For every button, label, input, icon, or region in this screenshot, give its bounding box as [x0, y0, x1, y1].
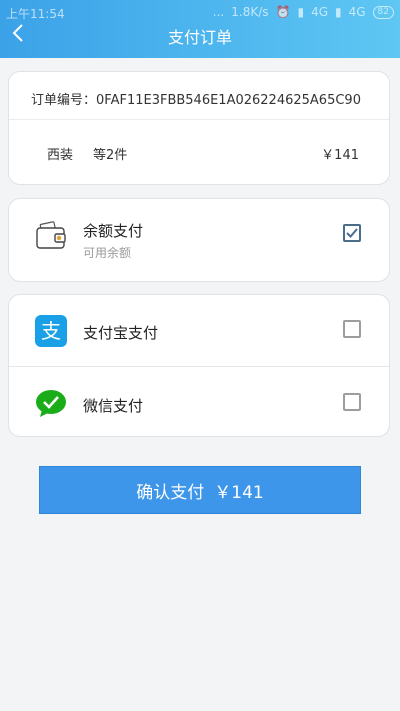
order-id-value: 0FAF11E3FBB546E1A026224625A65C90 — [96, 93, 361, 108]
status-indicators: ... 1.8K/s ⏰ ▮ 4G ▮ 4G 82 — [213, 5, 394, 19]
goods-row: 西装 等2件 ￥141 — [9, 120, 389, 184]
balance-checkbox[interactable] — [343, 224, 361, 242]
network-type-2: 4G — [348, 5, 366, 19]
balance-pay-option[interactable]: 余额支付 可用余额 — [9, 205, 389, 277]
svg-text:支: 支 — [41, 319, 61, 343]
alipay-label: 支付宝支付 — [83, 324, 159, 342]
order-card: 订单编号：0FAF11E3FBB546E1A026224625A65C90 西装… — [8, 71, 390, 185]
goods-price: ￥141 — [321, 148, 359, 163]
order-id-label: 订单编号： — [31, 93, 97, 108]
alipay-option[interactable]: 支 支付宝支付 — [9, 295, 389, 367]
balance-pay-label: 余额支付 — [83, 222, 144, 240]
battery-icon: 82 — [372, 5, 394, 19]
goods-count: 等2件 — [93, 148, 128, 163]
header: 上午11:54 ... 1.8K/s ⏰ ▮ 4G ▮ 4G 82 支付订单 — [0, 0, 400, 58]
payment-page: 上午11:54 ... 1.8K/s ⏰ ▮ 4G ▮ 4G 82 支付订单 订… — [0, 0, 400, 711]
wallet-icon — [36, 221, 66, 249]
confirm-pay-button[interactable]: 确认支付 ￥141 — [39, 466, 361, 514]
signal-icon: ▮ — [297, 5, 305, 19]
payment-methods-card: 支 支付宝支付 微信支付 — [8, 294, 390, 437]
alarm-icon: ⏰ — [275, 5, 291, 19]
alipay-icon: 支 — [35, 315, 67, 347]
balance-available-label: 可用余额 — [83, 246, 132, 260]
chevron-left-icon — [12, 24, 23, 42]
wechat-checkbox[interactable] — [343, 393, 361, 411]
order-id: 订单编号：0FAF11E3FBB546E1A026224625A65C90 — [31, 89, 361, 108]
alipay-checkbox[interactable] — [343, 320, 361, 338]
back-button[interactable] — [6, 20, 30, 46]
wechat-pay-label: 微信支付 — [83, 397, 144, 415]
status-bar: 上午11:54 ... 1.8K/s ⏰ ▮ 4G ▮ 4G 82 — [0, 0, 400, 24]
page-title: 支付订单 — [167, 28, 232, 47]
confirm-pay-amount: ￥141 — [214, 482, 264, 503]
status-dots: ... — [212, 5, 225, 19]
checkmark-icon — [346, 228, 358, 238]
wechat-pay-option[interactable]: 微信支付 — [9, 367, 389, 439]
network-type-1: 4G — [311, 5, 328, 19]
signal-icon-2: ▮ — [335, 5, 342, 19]
wechat-pay-icon — [36, 390, 66, 417]
balance-card: 余额支付 可用余额 — [8, 198, 390, 282]
order-id-row: 订单编号：0FAF11E3FBB546E1A026224625A65C90 — [9, 72, 389, 120]
confirm-pay-label: 确认支付 — [136, 482, 205, 503]
network-speed: 1.8K/s — [231, 5, 269, 19]
goods-name: 西装 — [47, 148, 74, 163]
